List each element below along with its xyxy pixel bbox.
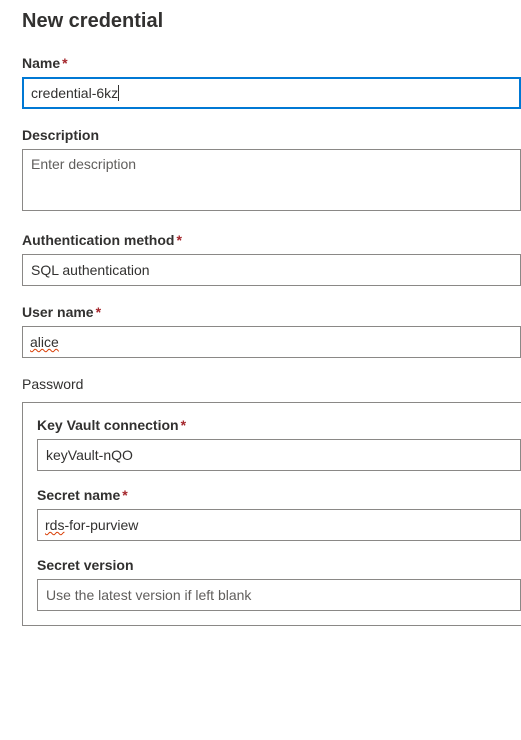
required-indicator: * (181, 417, 186, 433)
secret-version-field: Secret version (37, 557, 521, 611)
username-field: User name* alice (22, 304, 521, 358)
secret-name-field: Secret name* rds-for-purview (37, 487, 521, 541)
description-label: Description (22, 127, 521, 143)
name-input[interactable] (22, 77, 521, 109)
auth-method-label: Authentication method* (22, 232, 521, 248)
secret-version-input[interactable] (37, 579, 521, 611)
required-indicator: * (176, 232, 181, 248)
auth-method-select[interactable]: SQL authentication (22, 254, 521, 286)
secret-name-label: Secret name* (37, 487, 521, 503)
required-indicator: * (122, 487, 127, 503)
keyvault-connection-field: Key Vault connection* keyVault-nQO (37, 417, 521, 471)
description-field: Description (22, 127, 521, 214)
username-label: User name* (22, 304, 521, 320)
keyvault-connection-label: Key Vault connection* (37, 417, 521, 433)
auth-method-field: Authentication method* SQL authenticatio… (22, 232, 521, 286)
name-field: Name* credential-6kz (22, 55, 521, 109)
password-section: Password Key Vault connection* keyVault-… (22, 376, 521, 626)
description-input[interactable] (22, 149, 521, 211)
name-label: Name* (22, 55, 521, 71)
page-title: New credential (22, 10, 521, 33)
secret-version-label: Secret version (37, 557, 521, 573)
password-group-title: Password (22, 376, 521, 392)
username-input[interactable] (22, 326, 521, 358)
secret-name-input[interactable] (37, 509, 521, 541)
keyvault-connection-select[interactable]: keyVault-nQO (37, 439, 521, 471)
required-indicator: * (62, 55, 67, 71)
password-group-box: Key Vault connection* keyVault-nQO Secre… (22, 402, 521, 626)
required-indicator: * (96, 304, 101, 320)
